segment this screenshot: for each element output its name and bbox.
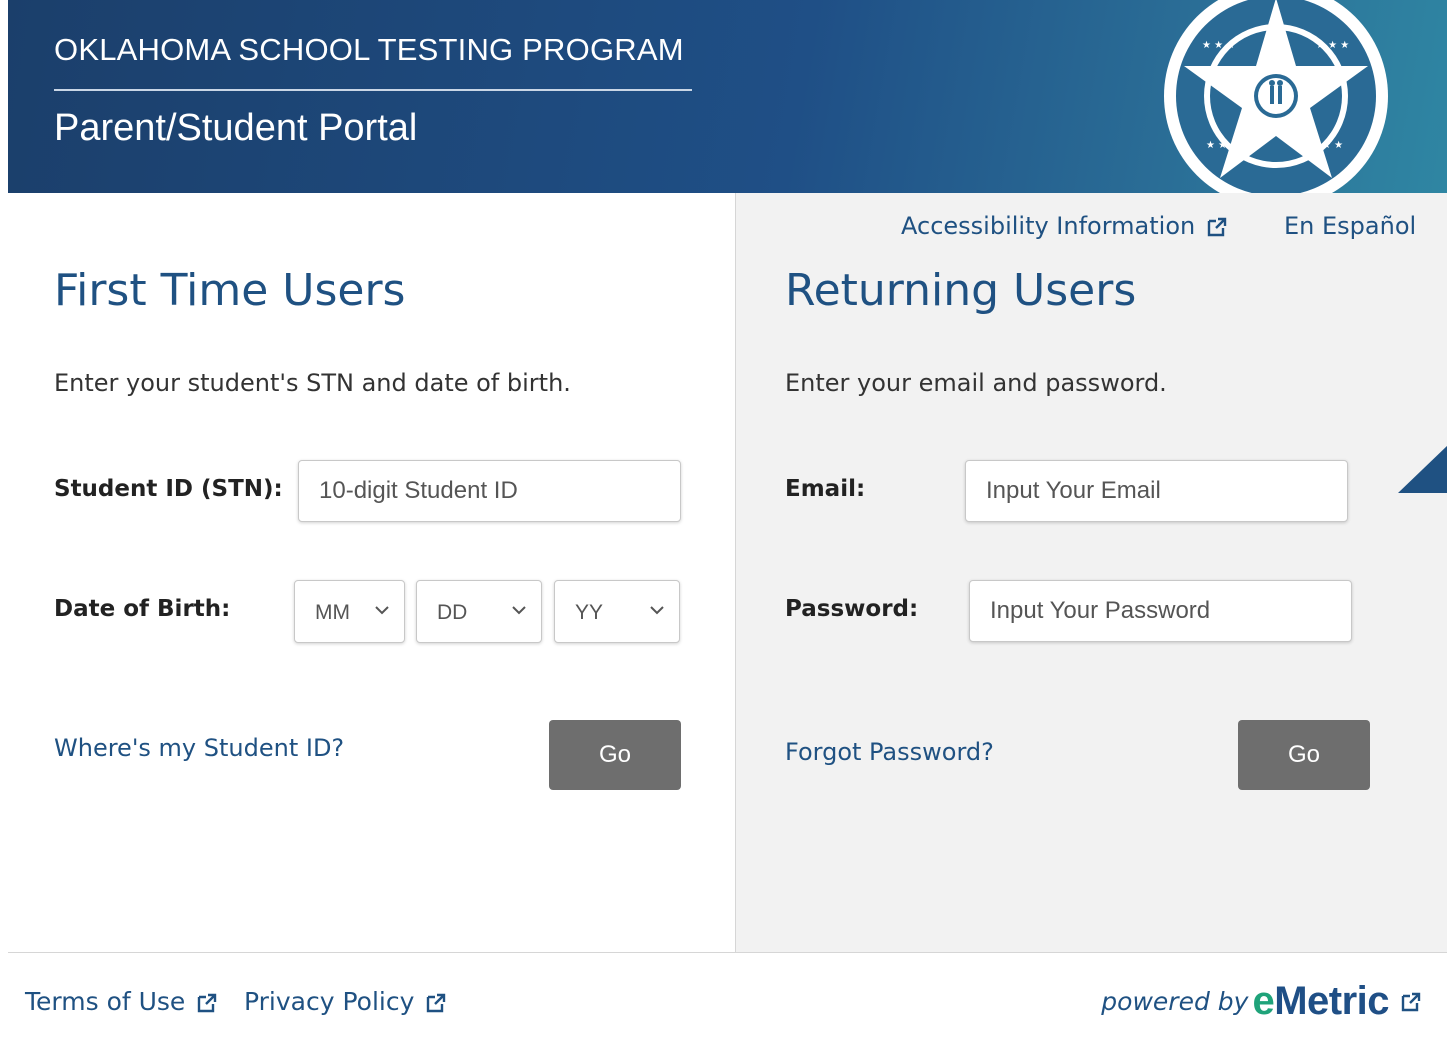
chevron-down-icon	[650, 606, 664, 615]
email-input[interactable]	[965, 460, 1348, 522]
site-footer: Terms of Use Privacy Policy powered by e…	[8, 952, 1447, 1064]
external-link-icon	[427, 993, 446, 1013]
dob-day-value: DD	[437, 601, 468, 624]
external-link-icon	[198, 993, 217, 1013]
program-title: OKLAHOMA SCHOOL TESTING PROGRAM	[54, 32, 684, 67]
external-link-icon	[1208, 217, 1227, 237]
first-time-instructions: Enter your student's STN and date of bir…	[54, 369, 571, 397]
en-espanol-link[interactable]: En Español	[1284, 212, 1416, 240]
emetric-link[interactable]: powered by eMetric	[1101, 979, 1423, 1024]
svg-text:★ ★ ★: ★ ★ ★	[1316, 40, 1349, 51]
first-time-users-panel: First Time Users Enter your student's ST…	[8, 193, 735, 952]
stn-label: Student ID (STN):	[54, 476, 283, 502]
pointer-arrow-icon	[1398, 445, 1447, 493]
emetric-logo: eMetric	[1252, 979, 1389, 1024]
dob-day-select[interactable]: DD	[416, 580, 542, 643]
password-input[interactable]	[969, 580, 1352, 642]
returning-go-button[interactable]: Go	[1238, 720, 1370, 790]
first-time-go-button[interactable]: Go	[549, 720, 681, 790]
dob-label: Date of Birth:	[54, 596, 231, 622]
password-label: Password:	[785, 596, 919, 622]
chevron-down-icon	[512, 606, 526, 615]
privacy-policy-link[interactable]: Privacy Policy	[244, 987, 448, 1016]
svg-text:★ ★: ★ ★	[1322, 140, 1343, 151]
page-frame: OKLAHOMA SCHOOL TESTING PROGRAM Parent/S…	[8, 0, 1447, 1064]
returning-users-title: Returning Users	[785, 265, 1137, 316]
terms-of-use-link[interactable]: Terms of Use	[25, 987, 219, 1016]
header-divider	[54, 89, 692, 91]
svg-text:★ ★ ★: ★ ★ ★	[1202, 40, 1235, 51]
portal-title: Parent/Student Portal	[54, 107, 418, 149]
first-time-users-title: First Time Users	[54, 265, 406, 316]
chevron-down-icon	[375, 606, 389, 615]
powered-by-text: powered by	[1101, 987, 1249, 1016]
privacy-policy-label: Privacy Policy	[244, 987, 415, 1016]
student-id-input[interactable]	[298, 460, 681, 522]
external-link-icon	[1401, 992, 1421, 1011]
accessibility-info-label: Accessibility Information	[901, 212, 1196, 240]
site-header: OKLAHOMA SCHOOL TESTING PROGRAM Parent/S…	[8, 0, 1447, 193]
email-label: Email:	[785, 476, 866, 502]
where-student-id-link[interactable]: Where's my Student ID?	[54, 734, 344, 762]
dob-year-value: YY	[575, 601, 604, 624]
dob-year-select[interactable]: YY	[554, 580, 680, 643]
dob-month-select[interactable]: MM	[294, 580, 405, 643]
terms-of-use-label: Terms of Use	[25, 987, 186, 1016]
returning-users-panel: Accessibility Information En Español Ret…	[735, 193, 1447, 952]
accessibility-info-link[interactable]: Accessibility Information	[901, 212, 1229, 240]
returning-instructions: Enter your email and password.	[785, 369, 1167, 397]
emetric-logo-e: e	[1252, 979, 1275, 1023]
forgot-password-link[interactable]: Forgot Password?	[785, 738, 994, 766]
dob-month-value: MM	[315, 601, 350, 624]
emetric-logo-rest: Metric	[1274, 979, 1389, 1023]
state-seal-icon: ★ ★ ★ ★ ★ ★ ★ ★ ★ ★	[1164, 0, 1388, 193]
svg-text:★ ★: ★ ★	[1206, 140, 1227, 151]
